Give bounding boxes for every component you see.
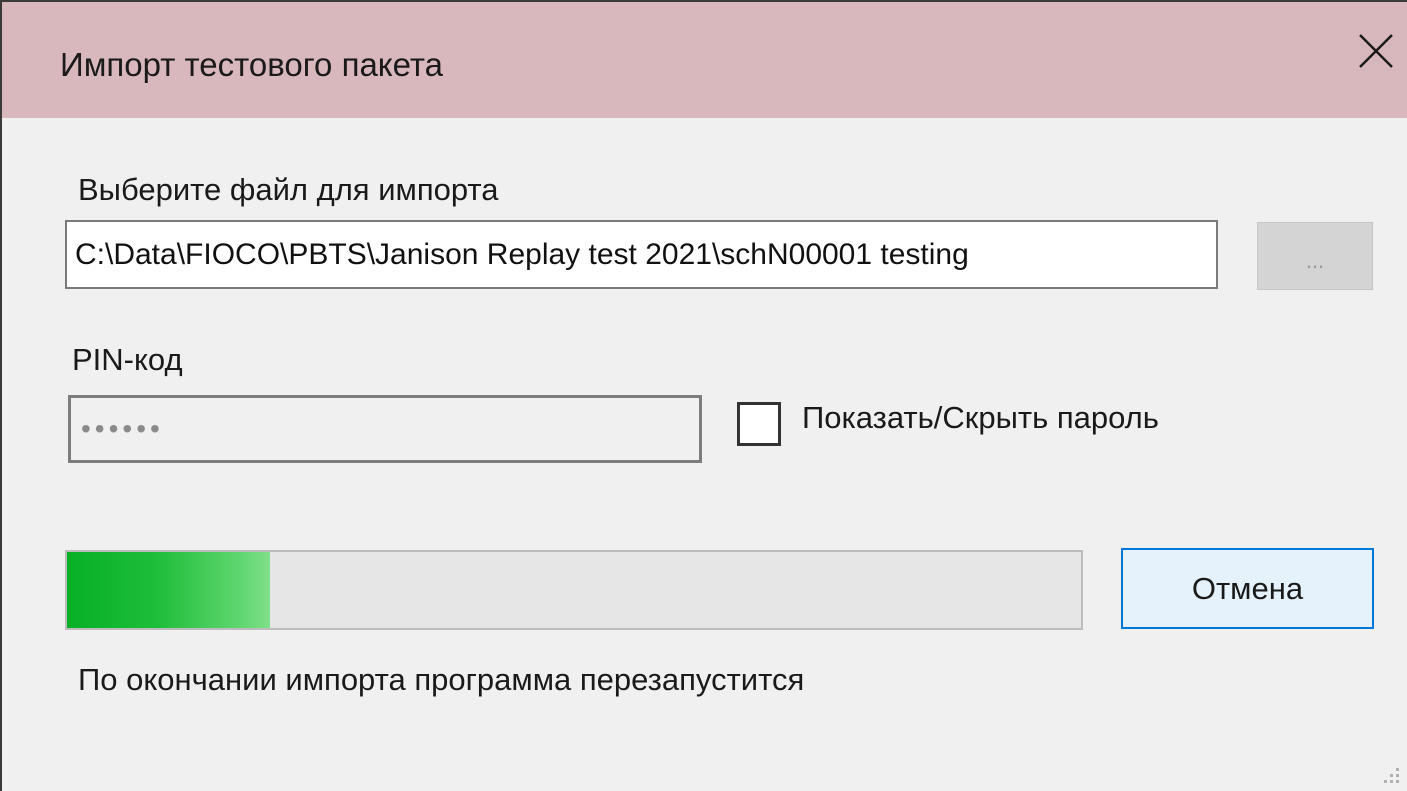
status-message: По окончании импорта программа перезапус… <box>78 662 805 697</box>
pin-field[interactable]: •••••• <box>68 395 702 463</box>
file-select-label: Выберите файл для импорта <box>78 172 499 207</box>
progress-fill <box>67 552 270 628</box>
close-x-icon <box>1347 22 1407 82</box>
dialog-title: Импорт тестового пакета <box>60 46 443 83</box>
pin-label: PIN-код <box>72 342 183 377</box>
file-path-field[interactable]: C:\Data\FIOCO\PBTS\Janison Replay test 2… <box>65 220 1218 289</box>
close-button[interactable] <box>1347 22 1407 82</box>
show-password-checkbox[interactable] <box>737 402 781 446</box>
resize-grip-icon[interactable] <box>1381 765 1401 785</box>
cancel-button[interactable]: Отмена <box>1121 548 1374 629</box>
show-password-label[interactable]: Показать/Скрыть пароль <box>802 400 1159 436</box>
title-bar: Импорт тестового пакета <box>2 2 1407 118</box>
import-dialog: Импорт тестового пакета Выберите файл дл… <box>0 0 1407 791</box>
browse-button[interactable]: ... <box>1257 222 1373 290</box>
import-progress-bar <box>65 550 1083 630</box>
